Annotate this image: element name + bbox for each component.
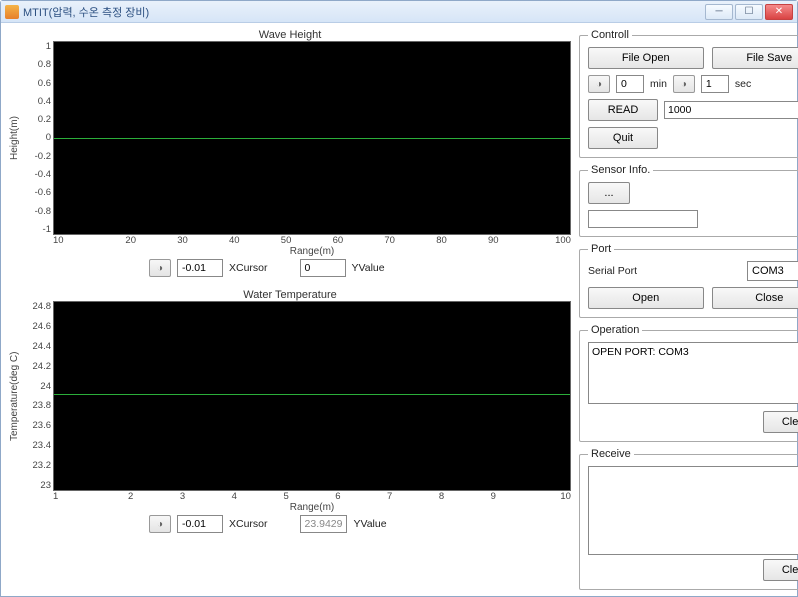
y-axis-label: Height(m) bbox=[9, 41, 25, 235]
x-ticks: 102030405060708090100 bbox=[53, 235, 571, 246]
operation-legend: Operation bbox=[588, 324, 642, 336]
file-save-button[interactable]: File Save bbox=[712, 47, 798, 69]
receive-clear-button[interactable]: Clear bbox=[763, 559, 798, 581]
min-value[interactable]: 0 bbox=[616, 75, 644, 93]
app-window: MTIT(압력, 수온 측정 장비) ─ ☐ ✕ Wave Height Hei… bbox=[0, 0, 798, 597]
receive-legend: Receive bbox=[588, 448, 634, 460]
read-button[interactable]: READ bbox=[588, 99, 658, 121]
x-axis-label: Range(m) bbox=[53, 502, 571, 513]
xcursor-label: XCursor bbox=[229, 262, 268, 274]
minimize-button[interactable]: ─ bbox=[705, 4, 733, 20]
titlebar[interactable]: MTIT(압력, 수온 측정 장비) ─ ☐ ✕ bbox=[1, 1, 797, 23]
close-button[interactable]: ✕ bbox=[765, 4, 793, 20]
xcursor-value[interactable]: -0.01 bbox=[177, 515, 223, 533]
maximize-button[interactable]: ☐ bbox=[735, 4, 763, 20]
trace-line bbox=[54, 138, 570, 139]
file-open-button[interactable]: File Open bbox=[588, 47, 704, 69]
xcursor-knob[interactable]: ◑ bbox=[149, 515, 171, 533]
sec-label: sec bbox=[735, 78, 751, 90]
chart-title: Water Temperature bbox=[9, 289, 571, 301]
x-ticks: 12345678910 bbox=[53, 491, 571, 502]
control-legend: Controll bbox=[588, 29, 632, 41]
yvalue-box: 23.9429 bbox=[300, 515, 348, 533]
xcursor-knob[interactable]: ◑ bbox=[149, 259, 171, 277]
yvalue-label: YValue bbox=[353, 518, 386, 530]
plot-area[interactable] bbox=[53, 41, 571, 235]
port-close-button[interactable]: Close bbox=[712, 287, 798, 309]
quit-button[interactable]: Quit bbox=[588, 127, 658, 149]
receive-panel: Receive Clear bbox=[579, 448, 798, 590]
sensor-info-field[interactable] bbox=[588, 210, 698, 228]
sensor-legend: Sensor Info. bbox=[588, 164, 653, 176]
port-panel: Port Serial Port COM3 Open Close bbox=[579, 243, 798, 318]
operation-clear-button[interactable]: Clear bbox=[763, 411, 798, 433]
y-ticks: 24.824.624.424.22423.823.623.423.223 bbox=[25, 301, 53, 491]
chart-wave-height: Wave Height Height(m) 10.80.60.40.20-0.2… bbox=[9, 29, 571, 277]
sec-value[interactable]: 1 bbox=[701, 75, 729, 93]
y-axis-label: Temperature(deg C) bbox=[9, 301, 25, 491]
xcursor-label: XCursor bbox=[229, 518, 268, 530]
sensor-info-panel: Sensor Info. ... bbox=[579, 164, 798, 237]
chart-title: Wave Height bbox=[9, 29, 571, 41]
operation-log[interactable]: OPEN PORT: COM3 bbox=[588, 342, 798, 404]
yvalue-label: YValue bbox=[352, 262, 385, 274]
port-open-button[interactable]: Open bbox=[588, 287, 704, 309]
app-icon bbox=[5, 5, 19, 19]
x-axis-label: Range(m) bbox=[53, 246, 571, 257]
trace-line bbox=[54, 394, 570, 395]
min-label: min bbox=[650, 78, 667, 90]
sensor-info-button[interactable]: ... bbox=[588, 182, 630, 204]
control-panel: Controll File Open File Save ◑ 0 min ◑ 1… bbox=[579, 29, 798, 158]
y-ticks: 10.80.60.40.20-0.2-0.4-0.6-0.8-1 bbox=[25, 41, 53, 235]
plot-area[interactable] bbox=[53, 301, 571, 491]
sec-knob[interactable]: ◑ bbox=[673, 75, 695, 93]
serial-port-label: Serial Port bbox=[588, 265, 741, 277]
yvalue-box[interactable]: 0 bbox=[300, 259, 346, 277]
xcursor-value[interactable]: -0.01 bbox=[177, 259, 223, 277]
window-controls: ─ ☐ ✕ bbox=[705, 4, 793, 20]
port-legend: Port bbox=[588, 243, 614, 255]
min-knob[interactable]: ◑ bbox=[588, 75, 610, 93]
receive-log[interactable] bbox=[588, 466, 798, 555]
operation-panel: Operation OPEN PORT: COM3 Clear bbox=[579, 324, 798, 442]
chart-water-temperature: Water Temperature Temperature(deg C) 24.… bbox=[9, 289, 571, 533]
serial-port-select[interactable]: COM3 bbox=[747, 261, 798, 281]
window-title: MTIT(압력, 수온 측정 장비) bbox=[23, 4, 149, 20]
interval-input[interactable] bbox=[664, 101, 798, 119]
